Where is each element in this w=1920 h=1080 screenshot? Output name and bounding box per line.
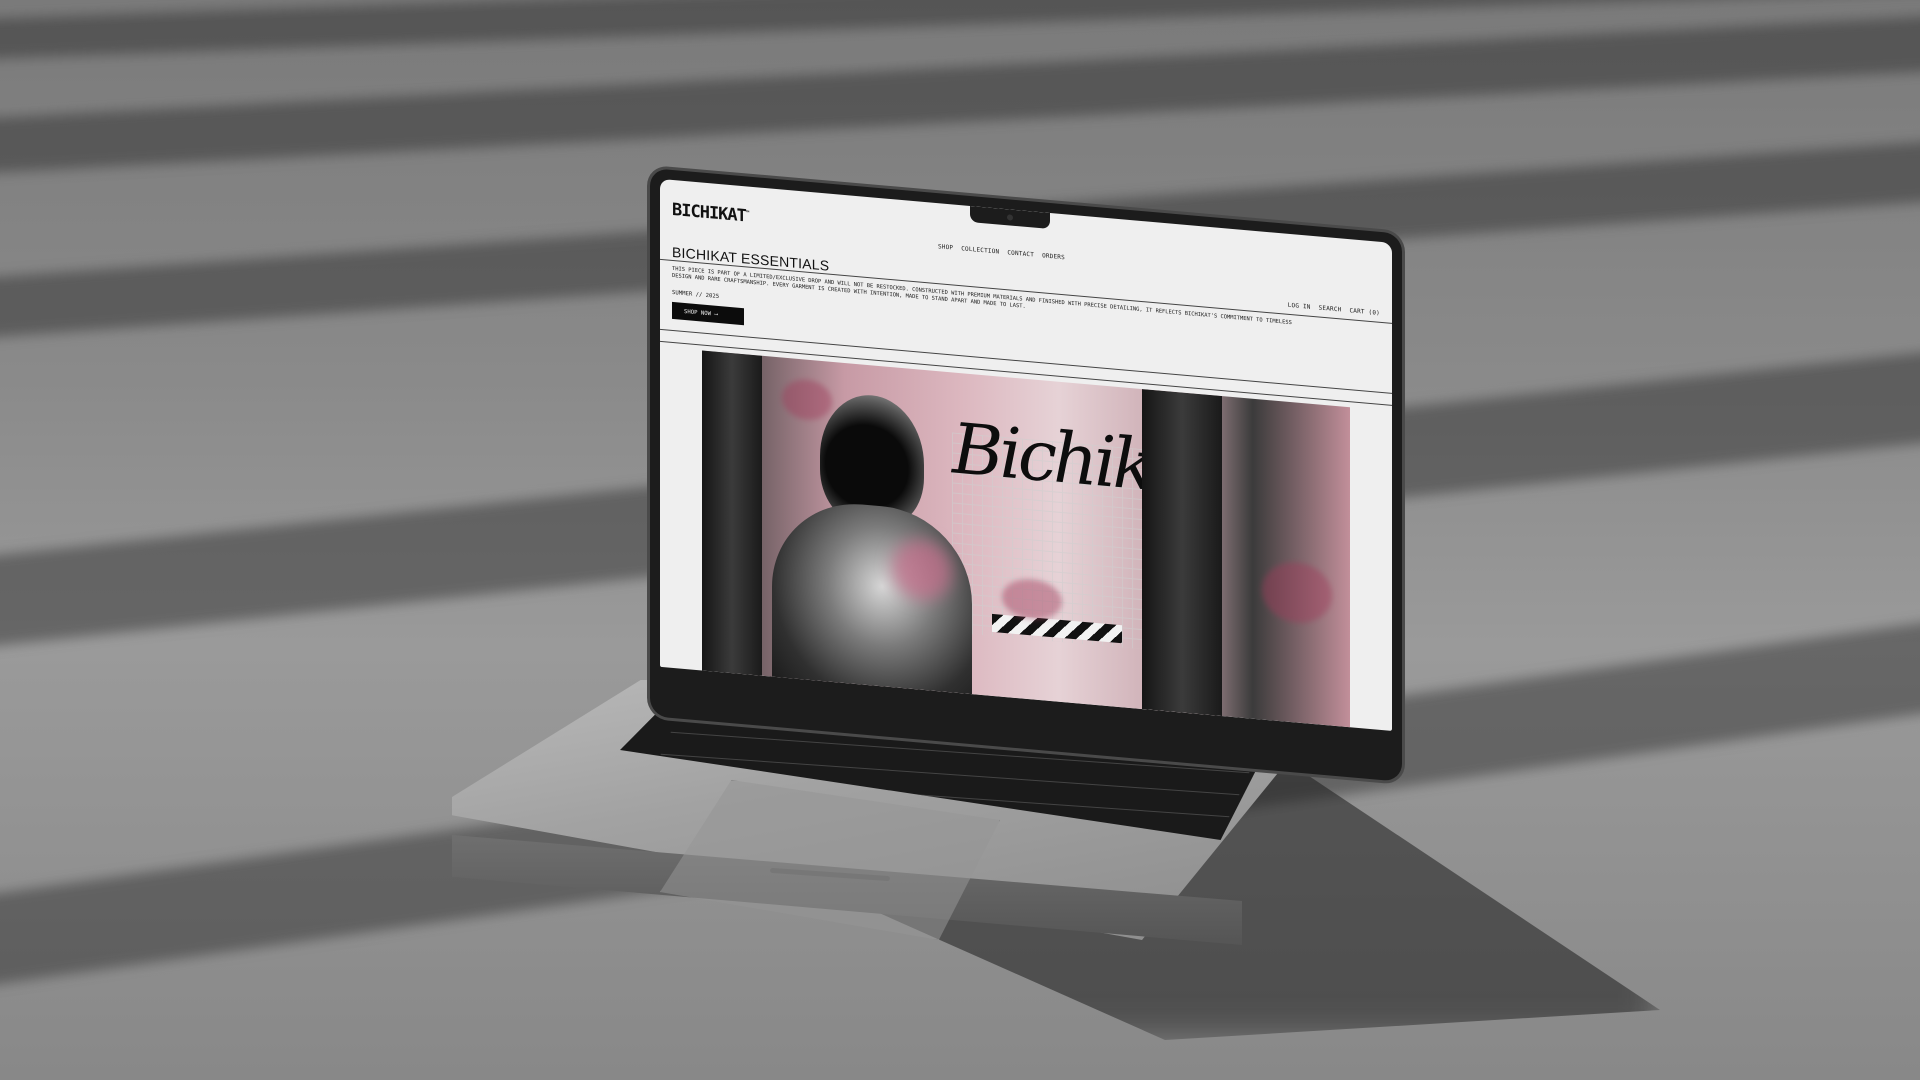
nav-item-collection[interactable]: COLLECTION — [961, 245, 999, 255]
season-label: SUMMER // 2025 — [672, 289, 720, 301]
camera-icon — [1007, 214, 1013, 221]
login-link[interactable]: LOG IN — [1288, 302, 1311, 311]
search-link[interactable]: SEARCH — [1319, 304, 1342, 313]
hero-image: Bichikat — [702, 350, 1350, 728]
trademark-mark: ™ — [745, 209, 749, 217]
nav-item-shop[interactable]: SHOP — [938, 243, 953, 251]
brand-logo[interactable]: BICHIKAT™ — [672, 200, 749, 227]
laptop-screen: BICHIKAT™ SHOP COLLECTION CONTACT ORDERS… — [660, 178, 1392, 731]
pillar — [1142, 389, 1222, 717]
paint-splatter — [1262, 559, 1332, 626]
laptop-lid: BICHIKAT™ SHOP COLLECTION CONTACT ORDERS… — [650, 168, 1402, 782]
nav-item-orders[interactable]: ORDERS — [1042, 252, 1065, 261]
brand-logo-text: BICHIKAT — [672, 199, 746, 227]
pillar — [702, 350, 762, 676]
cart-link[interactable]: CART (0) — [1350, 307, 1381, 317]
nav-item-contact[interactable]: CONTACT — [1007, 249, 1034, 258]
hoodie-body — [772, 496, 972, 715]
hooded-figure — [772, 387, 972, 715]
shop-now-button[interactable]: SHOP NOW ⟶ — [672, 301, 744, 326]
main-nav: SHOP COLLECTION CONTACT ORDERS — [938, 243, 1065, 261]
